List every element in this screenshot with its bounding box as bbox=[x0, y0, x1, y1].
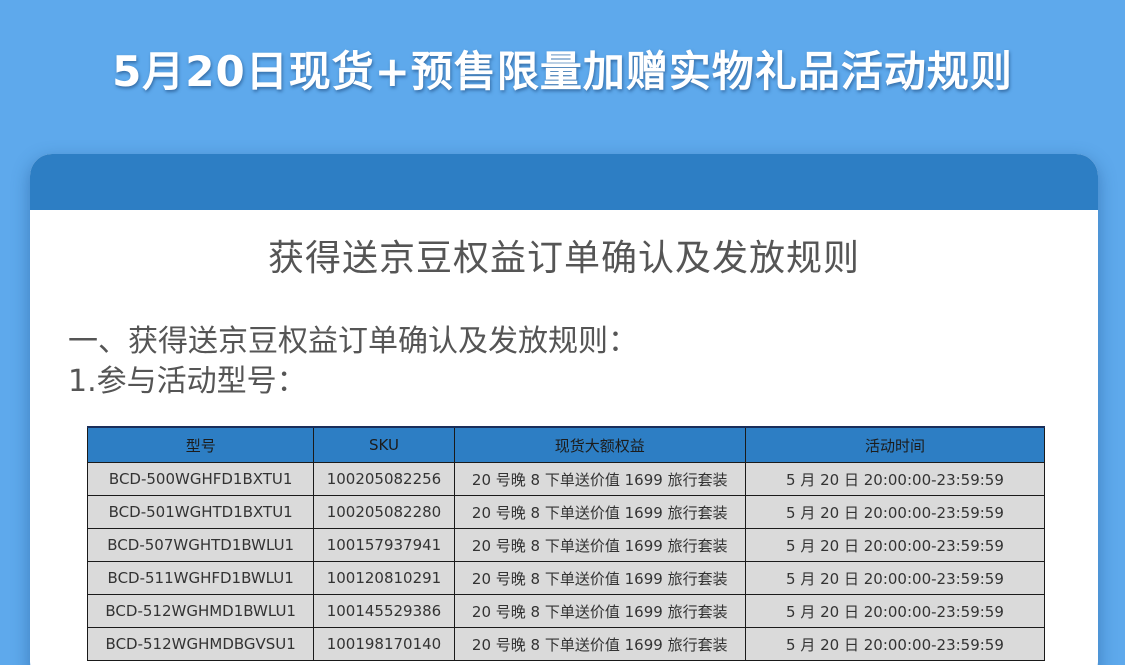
cell-model: BCD-501WGHTD1BXTU1 bbox=[86, 495, 315, 529]
cell-sku: 100145529386 bbox=[313, 594, 455, 628]
cell-time: 5 月 20 日 20:00:00-23:59:59 bbox=[744, 561, 1046, 595]
cell-sku: 100205082256 bbox=[313, 462, 455, 496]
cell-time: 5 月 20 日 20:00:00-23:59:59 bbox=[744, 627, 1046, 661]
rules-card: 获得送京豆权益订单确认及发放规则 一、获得送京豆权益订单确认及发放规则： 1.参… bbox=[30, 154, 1098, 665]
table-row: BCD-512WGHMDBGVSU1 100198170140 20 号晚 8 … bbox=[86, 627, 1046, 661]
card-title: 获得送京豆权益订单确认及发放规则 bbox=[267, 238, 860, 279]
cell-time: 5 月 20 日 20:00:00-23:59:59 bbox=[744, 594, 1046, 628]
card-header bbox=[30, 154, 1098, 210]
cell-benefit: 20 号晚 8 下单送价值 1699 旅行套装 bbox=[453, 594, 746, 628]
table-row: BCD-501WGHTD1BXTU1 100205082280 20 号晚 8 … bbox=[86, 495, 1046, 529]
cell-sku: 100198170140 bbox=[313, 627, 455, 661]
cell-model: BCD-500WGHFD1BXTU1 bbox=[86, 462, 315, 496]
table-row: BCD-507WGHTD1BWLU1 100157937941 20 号晚 8 … bbox=[86, 528, 1046, 562]
cell-benefit: 20 号晚 8 下单送价值 1699 旅行套装 bbox=[453, 561, 746, 595]
header-model: 型号 bbox=[86, 426, 315, 463]
cell-time: 5 月 20 日 20:00:00-23:59:59 bbox=[744, 462, 1046, 496]
subsection-heading: 1.参与活动型号： bbox=[68, 364, 307, 399]
cell-model: BCD-512WGHMD1BWLU1 bbox=[86, 594, 315, 628]
table-row: BCD-500WGHFD1BXTU1 100205082256 20 号晚 8 … bbox=[86, 462, 1046, 496]
cell-sku: 100120810291 bbox=[313, 561, 455, 595]
cell-sku: 100157937941 bbox=[313, 528, 455, 562]
cell-model: BCD-511WGHFD1BWLU1 bbox=[86, 561, 315, 595]
header-sku: SKU bbox=[313, 426, 455, 463]
table-header-row: 型号 SKU 现货大额权益 活动时间 bbox=[86, 426, 1046, 463]
table-row: BCD-511WGHFD1BWLU1 100120810291 20 号晚 8 … bbox=[86, 561, 1046, 595]
header-time: 活动时间 bbox=[744, 426, 1046, 463]
cell-benefit: 20 号晚 8 下单送价值 1699 旅行套装 bbox=[453, 462, 746, 496]
cell-benefit: 20 号晚 8 下单送价值 1699 旅行套装 bbox=[453, 627, 746, 661]
model-table: 型号 SKU 现货大额权益 活动时间 BCD-500WGHFD1BXTU1 10… bbox=[86, 426, 1046, 661]
table-row: BCD-512WGHMD1BWLU1 100145529386 20 号晚 8 … bbox=[86, 594, 1046, 628]
header-benefit: 现货大额权益 bbox=[453, 426, 746, 463]
banner-title: 5月20日现货+预售限量加赠实物礼品活动规则 bbox=[112, 47, 1013, 96]
cell-time: 5 月 20 日 20:00:00-23:59:59 bbox=[744, 495, 1046, 529]
cell-model: BCD-507WGHTD1BWLU1 bbox=[86, 528, 315, 562]
cell-time: 5 月 20 日 20:00:00-23:59:59 bbox=[744, 528, 1046, 562]
cell-benefit: 20 号晚 8 下单送价值 1699 旅行套装 bbox=[453, 495, 746, 529]
cell-sku: 100205082280 bbox=[313, 495, 455, 529]
cell-model: BCD-512WGHMDBGVSU1 bbox=[86, 627, 315, 661]
section-heading: 一、获得送京豆权益订单确认及发放规则： bbox=[68, 324, 638, 359]
cell-benefit: 20 号晚 8 下单送价值 1699 旅行套装 bbox=[453, 528, 746, 562]
